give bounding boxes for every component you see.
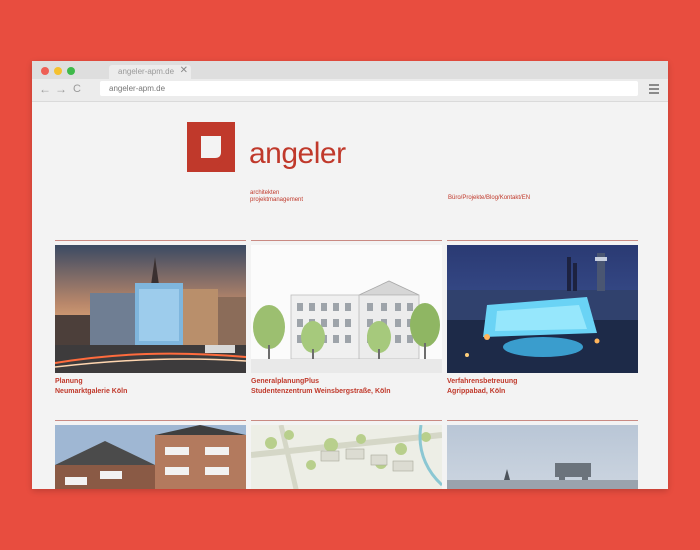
project-tile-5[interactable] xyxy=(251,420,442,489)
project-type: Planung xyxy=(55,378,83,385)
close-window-button[interactable] xyxy=(41,67,49,75)
back-arrow-icon[interactable]: ← xyxy=(39,81,51,97)
project-image-neumarktgalerie[interactable] xyxy=(55,245,246,373)
project-image-5[interactable] xyxy=(251,425,442,489)
project-image-studentenzentrum[interactable] xyxy=(251,245,442,373)
angeler-logo-icon[interactable] xyxy=(187,122,235,172)
project-caption[interactable]: GeneralplanungPlus Studentenzentrum Wein… xyxy=(251,377,442,397)
brand-name[interactable]: angeler xyxy=(249,139,346,169)
divider xyxy=(55,420,246,421)
divider xyxy=(447,240,638,241)
divider xyxy=(251,420,442,421)
project-type: GeneralplanungPlus xyxy=(251,378,320,385)
close-tab-icon[interactable]: ✕ xyxy=(180,64,188,78)
project-tile-4[interactable] xyxy=(55,420,246,489)
project-tile-agrippabad[interactable]: Verfahrensbetreuung Agrippabad, Köln xyxy=(447,240,638,397)
tagline-line-1: architekten xyxy=(250,190,280,196)
minimize-window-button[interactable] xyxy=(54,67,62,75)
project-image-6[interactable] xyxy=(447,425,638,489)
project-image-agrippabad[interactable] xyxy=(447,245,638,373)
web-page: angeler architekten projektmanagement Bü… xyxy=(32,102,668,489)
project-tile-studentenzentrum[interactable]: GeneralplanungPlus Studentenzentrum Wein… xyxy=(251,240,442,397)
project-name: Studentenzentrum Weinsbergstraße, Köln xyxy=(251,388,391,395)
hamburger-menu-icon[interactable] xyxy=(649,84,659,96)
main-navigation[interactable]: Büro/Projekte/Blog/Kontakt/EN xyxy=(448,195,530,202)
forward-arrow-icon[interactable]: → xyxy=(55,81,67,97)
project-tile-6[interactable] xyxy=(447,420,638,489)
maximize-window-button[interactable] xyxy=(67,67,75,75)
url-text: angeler-apm.de xyxy=(109,84,166,93)
tab-bar: angeler-apm.de ✕ xyxy=(32,61,668,79)
project-image-4[interactable] xyxy=(55,425,246,489)
project-caption[interactable]: Verfahrensbetreuung Agrippabad, Köln xyxy=(447,377,638,397)
tagline: architekten projektmanagement xyxy=(250,190,303,204)
project-name: Neumarktgalerie Köln xyxy=(55,388,128,395)
divider xyxy=(447,420,638,421)
tagline-line-2: projektmanagement xyxy=(250,197,304,203)
project-type: Verfahrensbetreuung xyxy=(447,378,518,385)
browser-tab[interactable]: angeler-apm.de ✕ xyxy=(109,65,191,79)
divider xyxy=(251,240,442,241)
address-bar[interactable]: angeler-apm.de xyxy=(100,81,638,96)
navigation-bar: ← → C angeler-apm.de xyxy=(32,79,668,102)
browser-window: angeler-apm.de ✕ ← → C angeler-apm.de an… xyxy=(32,61,668,489)
project-name: Agrippabad, Köln xyxy=(447,388,506,395)
project-tile-neumarktgalerie[interactable]: Planung Neumarktgalerie Köln xyxy=(55,240,246,397)
tab-title: angeler-apm.de xyxy=(118,67,175,76)
divider xyxy=(55,240,246,241)
project-caption[interactable]: Planung Neumarktgalerie Köln xyxy=(55,377,246,397)
reload-icon[interactable]: C xyxy=(73,81,81,97)
